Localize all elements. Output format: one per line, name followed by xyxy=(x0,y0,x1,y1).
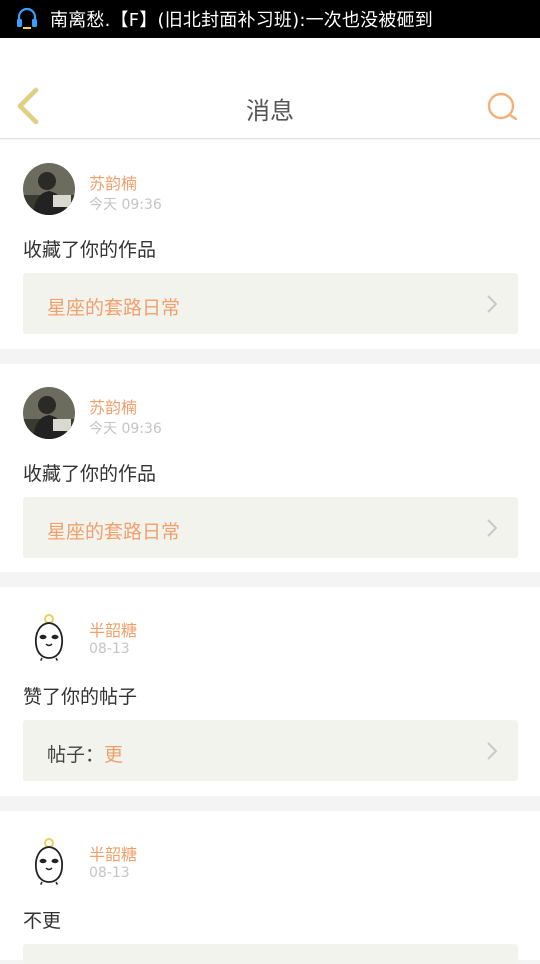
avatar[interactable] xyxy=(23,610,75,662)
message-action-text: 收藏了你的作品 xyxy=(23,239,157,261)
work-title: 星座的套路日常 xyxy=(47,297,181,319)
message-time: 今天 09:36 xyxy=(89,421,162,437)
message-action-text: 赞了你的帖子 xyxy=(23,686,138,708)
status-bar: 南离愁.【F】(旧北封面补习班):一次也没被砸到 xyxy=(0,0,540,38)
referenced-work-link[interactable]: 星座的套路日常 xyxy=(23,497,518,558)
message-card: 半韶糖 08-13 不更 xyxy=(0,811,540,964)
post-title: 更 xyxy=(104,744,124,766)
avatar[interactable] xyxy=(23,163,75,215)
referenced-work-link[interactable]: 星座的套路日常 xyxy=(23,273,518,334)
chevron-right-icon xyxy=(487,295,498,313)
work-title: 星座的套路日常 xyxy=(47,521,181,543)
referenced-item-link[interactable] xyxy=(23,944,518,964)
chevron-right-icon xyxy=(487,519,498,537)
avatar[interactable] xyxy=(23,834,75,886)
chevron-right-icon xyxy=(487,742,498,760)
referenced-post-link[interactable]: 帖子：更 xyxy=(23,720,518,781)
notification-text: 南离愁.【F】(旧北封面补习班):一次也没被砸到 xyxy=(50,10,433,31)
cartoon-egg-avatar-icon xyxy=(23,834,75,886)
user-photo-avatar-icon xyxy=(23,387,75,439)
message-time: 08-13 xyxy=(89,641,130,657)
username[interactable]: 苏韵楠 xyxy=(89,394,137,418)
message-action-text: 不更 xyxy=(23,910,62,932)
message-card: 苏韵楠 今天 09:36 收藏了你的作品 星座的套路日常 xyxy=(0,140,540,349)
username[interactable]: 半韶糖 xyxy=(89,841,137,865)
user-photo-avatar-icon xyxy=(23,163,75,215)
post-reference: 帖子：更 xyxy=(47,740,123,767)
message-card: 苏韵楠 今天 09:36 收藏了你的作品 星座的套路日常 xyxy=(0,364,540,572)
headset-notification-icon xyxy=(17,7,37,29)
message-action-text: 收藏了你的作品 xyxy=(23,463,157,485)
message-time: 今天 09:36 xyxy=(89,197,162,213)
app-header: 消息 xyxy=(0,38,540,139)
username[interactable]: 苏韵楠 xyxy=(89,170,137,194)
page-title: 消息 xyxy=(246,97,294,125)
search-icon[interactable] xyxy=(484,89,520,125)
message-time: 08-13 xyxy=(89,865,130,881)
post-label: 帖子： xyxy=(47,744,105,766)
cartoon-egg-avatar-icon xyxy=(23,610,75,662)
username[interactable]: 半韶糖 xyxy=(89,617,137,641)
avatar[interactable] xyxy=(23,387,75,439)
message-card: 半韶糖 08-13 赞了你的帖子 帖子：更 xyxy=(0,587,540,796)
